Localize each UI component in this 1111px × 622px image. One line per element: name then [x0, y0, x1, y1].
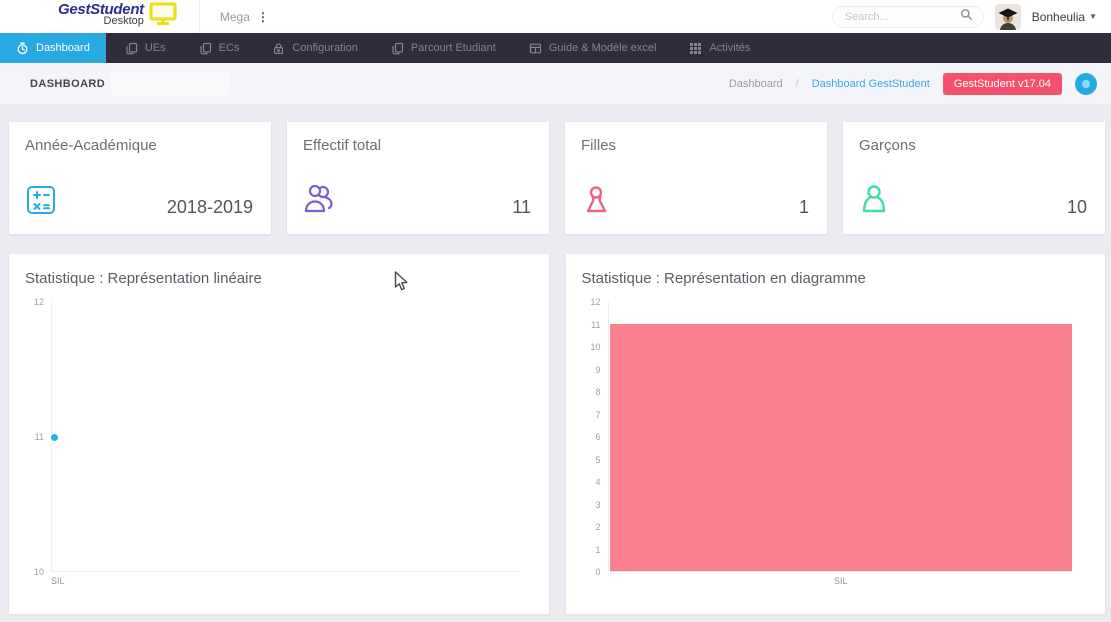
- stat-card-annee-academique: Année-Académique 2018-2019: [9, 122, 271, 234]
- plot-area: [51, 302, 518, 572]
- breadcrumb: Dashboard / Dashboard GestStudent GestSt…: [729, 73, 1097, 95]
- y-tick-label: 5: [595, 455, 600, 465]
- tab-label: Configuration: [292, 42, 357, 54]
- y-tick-label: 12: [590, 297, 600, 307]
- y-tick-label: 9: [595, 365, 600, 375]
- data-point: [51, 434, 58, 441]
- logo-text: GestStudent Desktop: [58, 2, 144, 27]
- tab-dashboard[interactable]: Dashboard: [0, 33, 106, 63]
- stat-value: 10: [1067, 197, 1087, 218]
- main-content: Année-Académique 2018-2019 Effectif tota…: [0, 105, 1111, 614]
- tab-activites[interactable]: Activités: [675, 33, 764, 63]
- user-menu[interactable]: Bonheulia ▼: [1032, 10, 1097, 24]
- tab-label: ECs: [219, 42, 240, 54]
- mega-menu-label: Mega: [220, 10, 250, 24]
- line-chart-card: Statistique : Représentation linéaire 12…: [9, 254, 549, 614]
- breadcrumb-bar: DASHBOARD Dashboard / Dashboard GestStud…: [0, 63, 1111, 105]
- stat-label: Garçons: [859, 137, 1089, 154]
- monitor-icon: [149, 2, 177, 31]
- top-header: GestStudent Desktop Mega ⋮: [0, 0, 1111, 33]
- bar-chart: 1211109876543210: [582, 302, 1090, 572]
- mega-menu[interactable]: Mega ⋮: [220, 10, 269, 24]
- breadcrumb-separator: /: [796, 78, 799, 90]
- tab-ecs[interactable]: ECs: [185, 33, 254, 63]
- caret-down-icon: ▼: [1089, 12, 1097, 21]
- x-axis-label: SIL: [608, 576, 1075, 586]
- stat-card-effectif-total: Effectif total 11: [287, 122, 549, 234]
- y-tick-label: 10: [34, 567, 44, 577]
- y-tick-label: 11: [35, 432, 44, 442]
- header-divider: [199, 0, 200, 33]
- vertical-ellipsis-icon: ⋮: [257, 10, 269, 24]
- y-tick-label: 7: [595, 410, 600, 420]
- tab-label: UEs: [145, 42, 166, 54]
- grid-icon: [689, 42, 702, 55]
- female-icon: [581, 184, 613, 221]
- y-tick-label: 4: [595, 477, 600, 487]
- plot-area: [608, 302, 1075, 572]
- header-right: Bonheulia ▼: [832, 4, 1111, 30]
- x-axis-label: SIL: [51, 576, 518, 586]
- app-logo[interactable]: GestStudent Desktop: [58, 2, 177, 31]
- y-tick-label: 11: [591, 320, 600, 330]
- chart-title: Statistique : Représentation en diagramm…: [582, 270, 1090, 287]
- user-name-label: Bonheulia: [1032, 10, 1085, 24]
- copy-icon: [125, 42, 138, 55]
- chart-title: Statistique : Représentation linéaire: [25, 270, 533, 287]
- y-tick-label: 0: [595, 567, 600, 577]
- tab-label: Parcourt Etudiant: [411, 42, 496, 54]
- charts-row: Statistique : Représentation linéaire 12…: [9, 254, 1105, 614]
- tab-label: Guide & Modèle excel: [549, 42, 657, 54]
- stat-card-filles: Filles 1: [565, 122, 827, 234]
- stat-label: Effectif total: [303, 137, 533, 154]
- copy-icon: [199, 42, 212, 55]
- table-icon: [529, 42, 542, 55]
- stat-value: 1: [799, 197, 809, 218]
- tab-label: Activités: [709, 42, 750, 54]
- line-chart: 121110: [25, 302, 533, 572]
- y-tick-label: 2: [595, 522, 600, 532]
- y-tick-label: 12: [34, 297, 44, 307]
- y-axis: 1211109876543210: [582, 302, 608, 572]
- title-highlight-pill: [111, 71, 229, 97]
- breadcrumb-parent[interactable]: Dashboard: [729, 78, 783, 90]
- tab-ues[interactable]: UEs: [111, 33, 180, 63]
- settings-button[interactable]: [1075, 73, 1097, 95]
- lock-icon: [272, 42, 285, 55]
- page-title: DASHBOARD: [30, 78, 105, 90]
- tab-configuration[interactable]: Configuration: [258, 33, 371, 63]
- search-box: [832, 6, 984, 28]
- bar-segment: [610, 324, 1073, 571]
- users-icon: [303, 184, 339, 221]
- tab-guide-modele-excel[interactable]: Guide & Modèle excel: [515, 33, 671, 63]
- main-nav: Dashboard UEs ECs Configuration Parcourt…: [0, 33, 1111, 63]
- search-icon[interactable]: [960, 8, 973, 26]
- stat-value: 11: [512, 197, 531, 218]
- male-icon: [859, 184, 891, 221]
- y-tick-label: 8: [595, 387, 600, 397]
- stats-row: Année-Académique 2018-2019 Effectif tota…: [9, 122, 1105, 234]
- y-tick-label: 10: [590, 342, 600, 352]
- copy-icon: [391, 42, 404, 55]
- y-axis: 121110: [25, 302, 51, 572]
- stat-value: 2018-2019: [167, 197, 253, 218]
- calculator-icon: [25, 184, 57, 221]
- breadcrumb-current[interactable]: Dashboard GestStudent: [812, 78, 930, 90]
- bar-chart-card: Statistique : Représentation en diagramm…: [566, 254, 1106, 614]
- version-badge[interactable]: GestStudent v17.04: [943, 73, 1062, 95]
- tab-label: Dashboard: [36, 42, 90, 54]
- stat-label: Filles: [581, 137, 811, 154]
- tab-parcourt-etudiant[interactable]: Parcourt Etudiant: [377, 33, 510, 63]
- y-tick-label: 6: [595, 432, 600, 442]
- user-avatar[interactable]: [995, 4, 1021, 30]
- y-tick-label: 3: [595, 500, 600, 510]
- dot-icon: [1082, 80, 1090, 88]
- clock-icon: [16, 42, 29, 55]
- search-input[interactable]: [843, 10, 960, 24]
- stat-label: Année-Académique: [25, 137, 255, 154]
- y-tick-label: 1: [595, 545, 600, 555]
- stat-card-garcons: Garçons 10: [843, 122, 1105, 234]
